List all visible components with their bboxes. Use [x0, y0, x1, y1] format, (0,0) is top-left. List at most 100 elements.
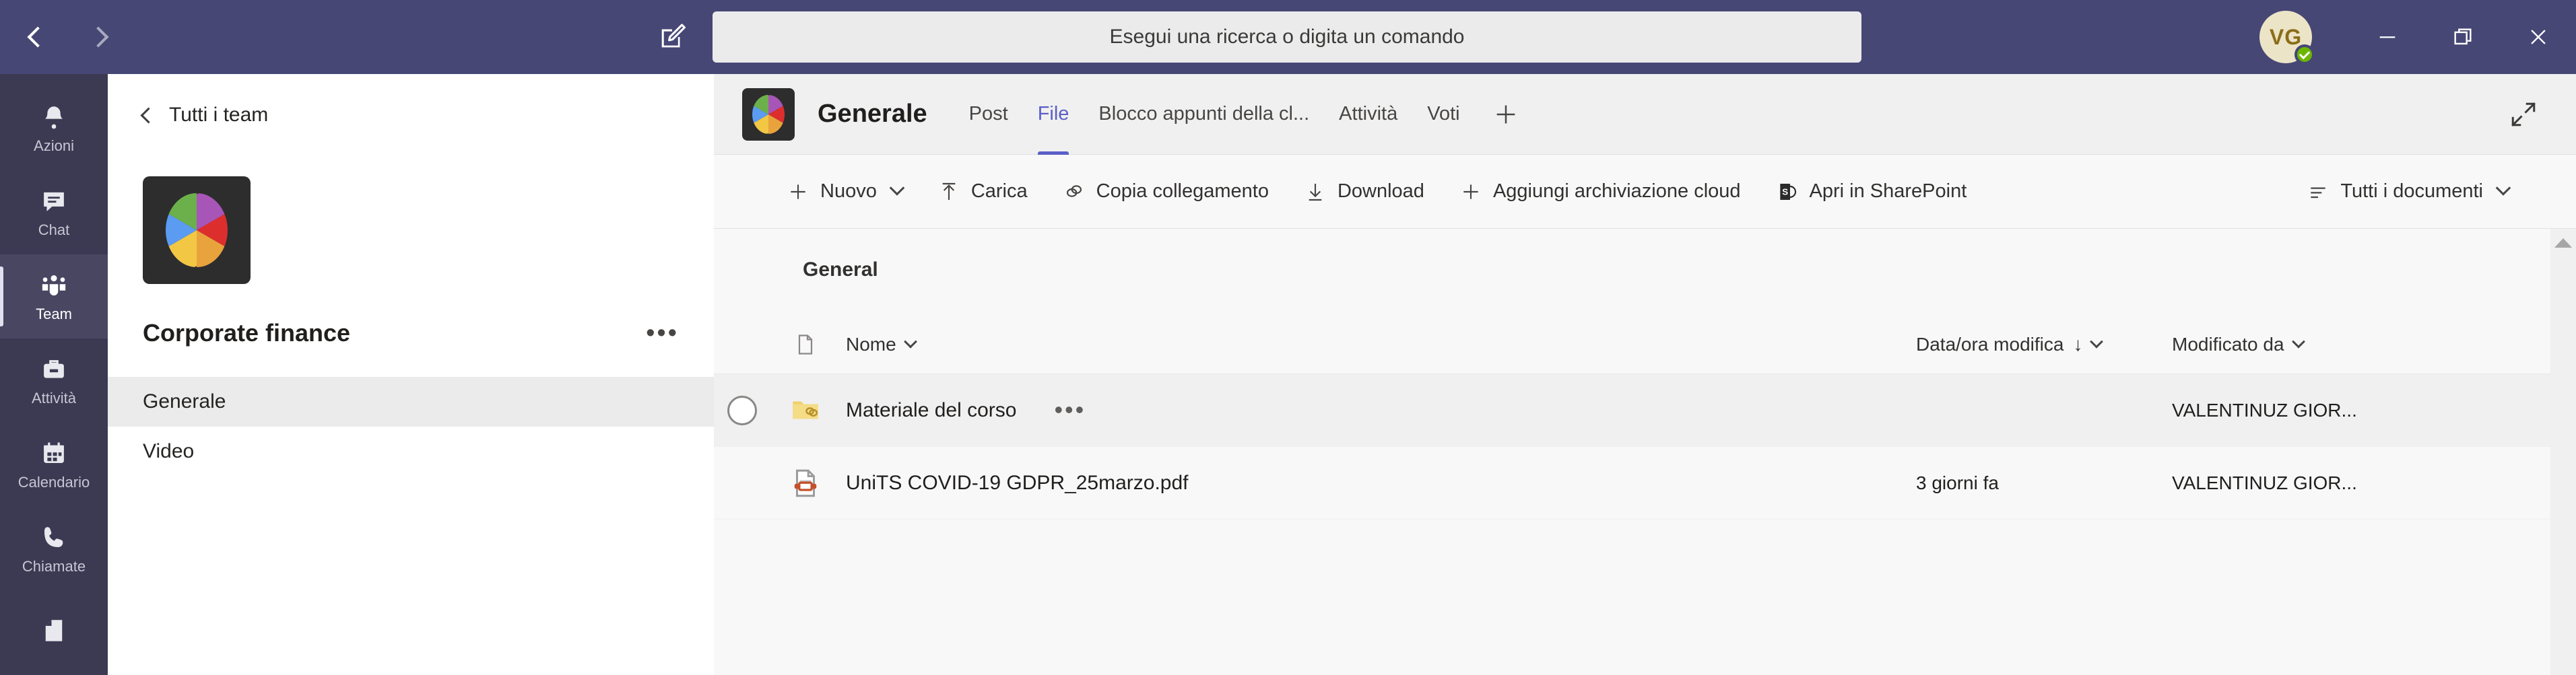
row-actions-button[interactable]: •••: [1054, 397, 1086, 422]
tab-voti[interactable]: Voti: [1412, 74, 1474, 155]
maximize-button[interactable]: [2425, 0, 2501, 74]
row-file-icon-cell: [770, 394, 840, 427]
chevron-right-icon: [88, 26, 109, 48]
channel-item-video[interactable]: Video: [108, 427, 714, 476]
column-header-modified-by[interactable]: Modificato da: [2172, 334, 2576, 355]
view-selector-button[interactable]: Tutti i documenti: [2307, 180, 2511, 203]
sidebar-item-chat[interactable]: Chat: [0, 170, 108, 254]
upload-button[interactable]: Carica: [937, 180, 1028, 203]
maximize-icon: [2454, 28, 2472, 45]
files-content: General Nome Data/ora modifica ↓ Modific…: [714, 229, 2576, 675]
chat-bubble-icon: [39, 186, 69, 216]
file-modified-by: VALENTINUZ GIOR...: [2172, 472, 2357, 493]
expand-button[interactable]: [2505, 96, 2542, 133]
sidebar-item-label: Azioni: [34, 137, 74, 154]
tab-label: Attività: [1339, 103, 1398, 125]
channel-label: Video: [143, 440, 195, 462]
add-cloud-storage-button[interactable]: Aggiungi archiviazione cloud: [1459, 180, 1741, 203]
sidebar-item-calendario[interactable]: Calendario: [0, 423, 108, 507]
sidebar-item-team[interactable]: Team: [0, 254, 108, 339]
search-input[interactable]: Esegui una ricerca o digita un comando: [713, 11, 1861, 63]
new-button-label: Nuovo: [820, 180, 877, 202]
row-modified-by-cell: VALENTINUZ GIOR...: [2172, 472, 2576, 494]
channel-team-avatar: [742, 87, 795, 141]
back-button[interactable]: [19, 18, 57, 56]
sidebar-item-files[interactable]: [0, 591, 108, 675]
vertical-scrollbar[interactable]: [2550, 229, 2576, 675]
channel-list: Generale Video: [108, 377, 714, 476]
chevron-left-icon: [140, 106, 157, 124]
folder-shared-icon: [793, 400, 818, 419]
breadcrumb: General: [803, 258, 878, 281]
sidebar-item-attivita[interactable]: Attività: [0, 339, 108, 423]
title-bar: Esegui una ricerca o digita un comando V…: [0, 0, 2576, 74]
row-select-cell[interactable]: [714, 395, 770, 425]
add-tab-button[interactable]: [1475, 74, 1537, 155]
plus-icon: [1459, 180, 1482, 203]
row-checkbox[interactable]: [727, 395, 757, 425]
sidebar-item-label: Chiamate: [22, 557, 86, 575]
table-row[interactable]: Materiale del corso ••• VALENTINUZ GIOR.…: [714, 374, 2576, 447]
row-name-cell[interactable]: UniTS COVID-19 GDPR_25marzo.pdf: [840, 472, 1916, 495]
open-in-sharepoint-button[interactable]: S Apri in SharePoint: [1776, 180, 1967, 203]
search-placeholder: Esegui una ricerca o digita un comando: [1109, 26, 1465, 48]
teams-app-window: Esegui una ricerca o digita un comando V…: [0, 0, 2576, 675]
table-row[interactable]: UniTS COVID-19 GDPR_25marzo.pdf 3 giorni…: [714, 447, 2576, 520]
row-modified-by-cell: VALENTINUZ GIOR...: [2172, 400, 2576, 421]
upload-arrow-icon: [937, 180, 960, 203]
navigation-arrows: [19, 18, 117, 56]
sidebar-item-label: Team: [36, 305, 72, 322]
copy-link-button[interactable]: Copia collegamento: [1063, 180, 1269, 203]
tab-post[interactable]: Post: [954, 74, 1023, 155]
file-name: Materiale del corso: [846, 398, 1017, 421]
team-panel: Tutti i team Corporate finance ••• Gener…: [108, 74, 714, 675]
phone-icon: [39, 523, 69, 553]
team-name-row: Corporate finance •••: [108, 284, 714, 347]
forward-button[interactable]: [79, 18, 117, 56]
copy-link-label: Copia collegamento: [1096, 180, 1269, 202]
plus-icon: [787, 180, 810, 203]
sidebar-item-chiamate[interactable]: Chiamate: [0, 507, 108, 591]
chevron-down-icon: [889, 180, 905, 196]
row-file-icon-cell: [770, 466, 840, 500]
scroll-up-arrow-icon[interactable]: [2554, 238, 2572, 248]
channel-header: Generale Post File Blocco appunti della …: [714, 74, 2576, 155]
expand-diagonal-icon: [2511, 102, 2536, 127]
close-button[interactable]: [2501, 0, 2576, 74]
tab-label: Voti: [1427, 103, 1460, 125]
download-button[interactable]: Download: [1304, 180, 1424, 203]
upload-button-label: Carica: [970, 180, 1028, 202]
all-teams-back-link[interactable]: Tutti i team: [108, 74, 714, 127]
list-view-icon: [2307, 180, 2330, 203]
column-header-name[interactable]: Nome: [840, 334, 1916, 355]
compose-pencil-icon: [661, 24, 686, 48]
avatar[interactable]: VG: [2259, 11, 2315, 65]
sidebar-item-label: Chat: [38, 221, 70, 238]
channel-item-generale[interactable]: Generale: [108, 377, 714, 427]
minimize-button[interactable]: [2350, 0, 2425, 74]
file-modified-by: VALENTINUZ GIOR...: [2172, 399, 2357, 421]
chevron-down-icon: [2495, 180, 2511, 196]
calendar-icon: [39, 439, 69, 468]
file-type-header[interactable]: [770, 332, 840, 357]
briefcase-icon: [39, 355, 69, 384]
row-name-cell[interactable]: Materiale del corso •••: [840, 397, 1916, 422]
tab-label: Post: [968, 103, 1008, 125]
tab-attivita[interactable]: Attività: [1324, 74, 1412, 155]
team-avatar[interactable]: [143, 176, 251, 284]
table-header-row: Nome Data/ora modifica ↓ Modificato da: [714, 315, 2576, 374]
new-chat-button[interactable]: [652, 17, 692, 57]
team-options-button[interactable]: •••: [646, 320, 679, 346]
presence-available-icon: [2294, 44, 2315, 65]
new-button[interactable]: Nuovo: [787, 180, 905, 203]
sort-descending-icon: ↓: [2073, 333, 2083, 355]
add-cloud-storage-label: Aggiungi archiviazione cloud: [1492, 180, 1741, 202]
tab-blocco-appunti[interactable]: Blocco appunti della cl...: [1084, 74, 1324, 155]
channel-label: Generale: [143, 390, 226, 413]
minimize-icon: [2379, 36, 2396, 38]
tab-file[interactable]: File: [1023, 74, 1084, 155]
sidebar-item-azioni[interactable]: Azioni: [0, 86, 108, 170]
column-modified-label: Data/ora modifica: [1916, 333, 2064, 355]
sidebar-item-label: Attività: [31, 389, 77, 406]
column-header-modified[interactable]: Data/ora modifica ↓: [1916, 334, 2172, 355]
